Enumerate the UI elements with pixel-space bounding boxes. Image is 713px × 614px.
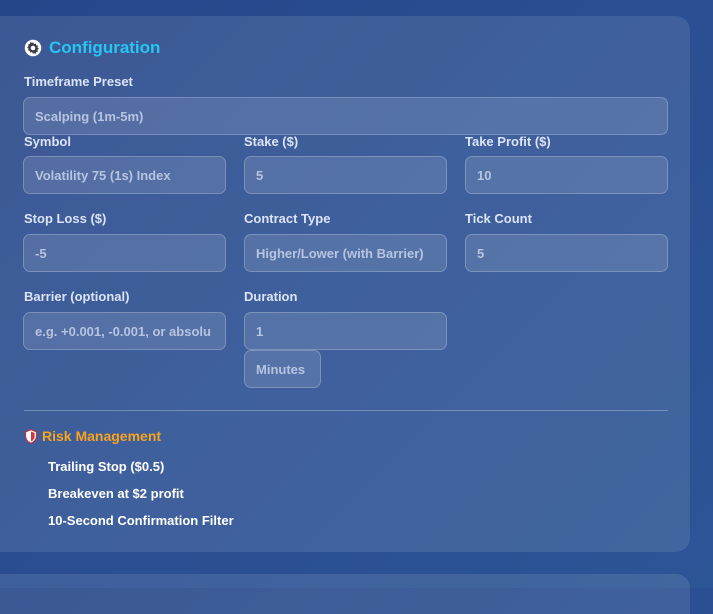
contract-type-label: Contract Type (244, 211, 331, 226)
tick-count-input[interactable]: 5 (465, 234, 668, 272)
barrier-input[interactable]: e.g. +0.001, -0.001, or absolu (23, 312, 226, 350)
risk-management-title: Risk Management (42, 428, 162, 444)
tick-count-label: Tick Count (465, 211, 532, 226)
risk-management-header: Risk Management (24, 428, 161, 444)
stop-loss-label: Stop Loss ($) (24, 211, 107, 226)
risk-item-confirmation-filter: 10-Second Confirmation Filter (48, 513, 234, 528)
timeframe-select[interactable]: Scalping (1m-5m) (23, 97, 668, 135)
gear-icon (24, 39, 42, 57)
next-panel (0, 574, 690, 614)
configuration-title: Configuration (49, 38, 161, 57)
contract-type-select[interactable]: Higher/Lower (with Barrier) (244, 234, 447, 272)
stake-input[interactable]: 5 (244, 156, 447, 194)
section-divider (24, 410, 668, 411)
configuration-panel: Configuration Timeframe Preset Scalping … (0, 16, 690, 552)
risk-item-trailing-stop: Trailing Stop ($0.5) (48, 459, 165, 474)
risk-item-breakeven: Breakeven at $2 profit (48, 486, 184, 501)
stop-loss-input[interactable]: -5 (23, 234, 226, 272)
symbol-select[interactable]: Volatility 75 (1s) Index (23, 156, 226, 194)
shield-icon (25, 428, 37, 444)
symbol-label: Symbol (24, 134, 71, 149)
duration-unit-select[interactable]: Minutes (244, 350, 321, 388)
configuration-header: Configuration (24, 38, 160, 58)
take-profit-input[interactable]: 10 (465, 156, 668, 194)
duration-label: Duration (244, 289, 298, 304)
barrier-label: Barrier (optional) (24, 289, 130, 304)
timeframe-label: Timeframe Preset (24, 74, 133, 89)
stake-label: Stake ($) (244, 134, 299, 149)
take-profit-label: Take Profit ($) (465, 134, 551, 149)
duration-input[interactable]: 1 (244, 312, 447, 350)
